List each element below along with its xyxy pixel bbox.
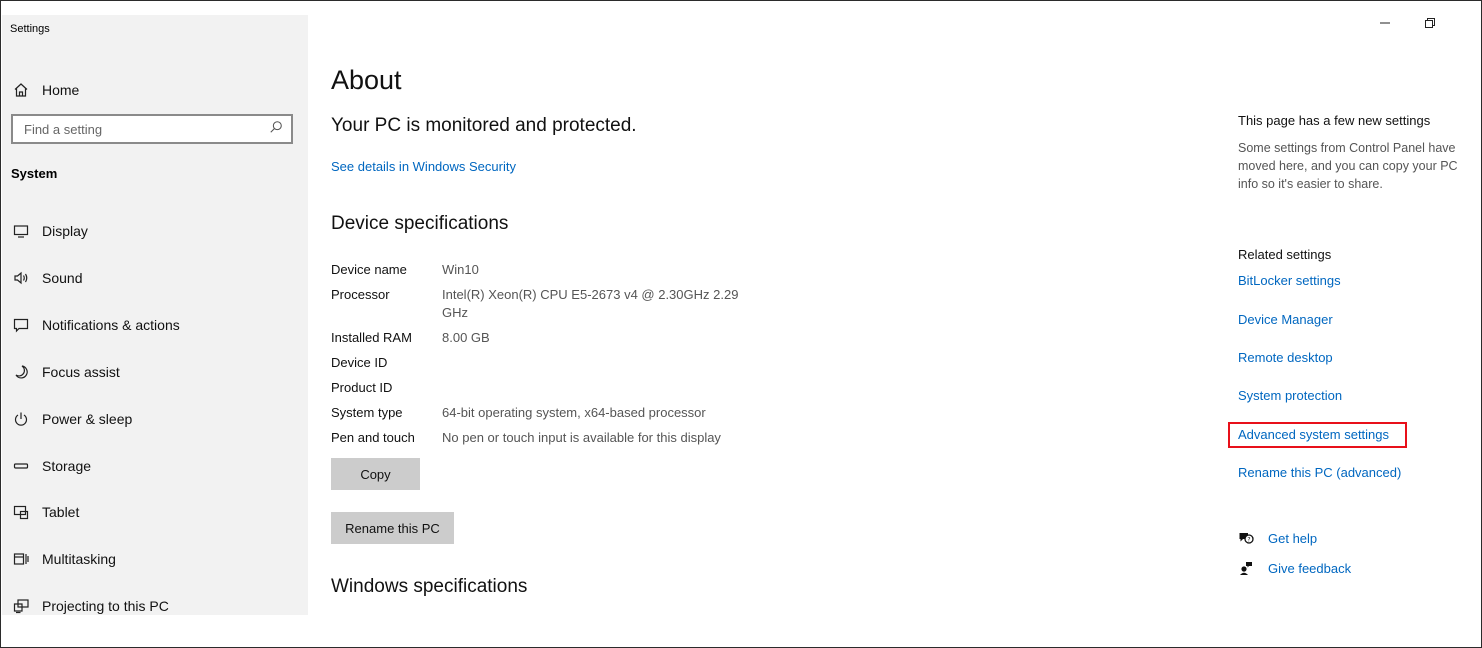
get-help-row[interactable]: ? Get help: [1238, 530, 1317, 546]
spec-row-processor: Processor Intel(R) Xeon(R) CPU E5-2673 v…: [331, 282, 791, 325]
spec-row-device-id: Device ID: [331, 350, 791, 375]
spec-row-pen-touch: Pen and touch No pen or touch input is a…: [331, 425, 791, 450]
minimize-icon: [1379, 16, 1391, 34]
sidebar-item-display[interactable]: Display: [2, 211, 308, 251]
storage-icon: [12, 457, 30, 475]
minimize-button[interactable]: [1370, 13, 1400, 37]
spec-row-device-name: Device name Win10: [331, 257, 791, 282]
sidebar-item-projecting[interactable]: Projecting to this PC: [2, 586, 308, 626]
sidebar-item-label: Storage: [42, 458, 92, 474]
spec-row-installed-ram: Installed RAM 8.00 GB: [331, 325, 791, 350]
new-settings-title: This page has a few new settings: [1238, 113, 1431, 128]
spec-value: [442, 350, 762, 375]
display-icon: [12, 222, 30, 240]
give-feedback-link[interactable]: Give feedback: [1268, 561, 1351, 576]
bitlocker-settings-link[interactable]: BitLocker settings: [1238, 273, 1341, 288]
spec-key: Product ID: [331, 380, 393, 395]
highlight-box: [1228, 422, 1407, 448]
spec-value: Intel(R) Xeon(R) CPU E5-2673 v4 @ 2.30GH…: [442, 287, 739, 320]
sidebar-item-notifications[interactable]: Notifications & actions: [2, 305, 308, 345]
search-input[interactable]: Find a setting: [11, 114, 293, 144]
search-placeholder: Find a setting: [24, 121, 103, 137]
app-title: Settings: [10, 23, 50, 35]
copy-button[interactable]: Copy: [331, 458, 420, 490]
home-icon: [12, 81, 30, 99]
search-icon[interactable]: [269, 120, 283, 139]
spec-value: Win10: [442, 262, 479, 277]
windows-security-link[interactable]: See details in Windows Security: [331, 159, 516, 174]
spec-key: Installed RAM: [331, 330, 412, 345]
new-settings-description: Some settings from Control Panel have mo…: [1238, 141, 1458, 191]
spec-value: [442, 375, 762, 400]
sound-icon: [12, 269, 30, 287]
sidebar-item-focus-assist[interactable]: Focus assist: [2, 352, 308, 392]
svg-text:?: ?: [1247, 536, 1250, 543]
section-label-system: System: [11, 166, 58, 181]
sidebar-item-tablet[interactable]: Tablet: [2, 492, 308, 532]
system-protection-link[interactable]: System protection: [1238, 388, 1342, 403]
sidebar-item-label: Projecting to this PC: [42, 598, 169, 614]
help-icon: ?: [1238, 530, 1254, 546]
protection-status: Your PC is monitored and protected.: [331, 115, 637, 136]
windows-specifications-heading: Windows specifications: [331, 576, 528, 597]
spec-key: Device ID: [331, 355, 388, 370]
sidebar-item-sound[interactable]: Sound: [2, 258, 308, 298]
maximize-icon: [1424, 16, 1436, 34]
sidebar-item-label: Sound: [42, 270, 83, 286]
tablet-icon: [12, 503, 30, 521]
get-help-link[interactable]: Get help: [1268, 531, 1317, 546]
sidebar-item-label: Focus assist: [42, 364, 120, 380]
spec-key: Pen and touch: [331, 430, 415, 445]
spec-key: Processor: [331, 287, 390, 302]
sidebar-item-label: Display: [42, 223, 88, 239]
power-icon: [12, 410, 30, 428]
spec-row-product-id: Product ID: [331, 375, 791, 400]
sidebar-item-label: Power & sleep: [42, 411, 133, 427]
spec-value: 64-bit operating system, x64-based proce…: [442, 405, 706, 420]
maximize-button[interactable]: [1415, 13, 1445, 37]
remote-desktop-link[interactable]: Remote desktop: [1238, 350, 1333, 365]
sidebar-item-label: Multitasking: [42, 551, 116, 567]
device-specs-table: Device name Win10 Processor Intel(R) Xeo…: [331, 257, 791, 450]
projecting-icon: [12, 597, 30, 615]
spec-value: 8.00 GB: [442, 330, 490, 345]
spec-key: System type: [331, 405, 403, 420]
multitasking-icon: [12, 550, 30, 568]
spec-row-system-type: System type 64-bit operating system, x64…: [331, 400, 791, 425]
notifications-icon: [12, 316, 30, 334]
related-settings-title: Related settings: [1238, 247, 1332, 262]
feedback-icon: [1238, 560, 1254, 576]
nav-home-label: Home: [42, 82, 80, 98]
nav-home[interactable]: Home: [2, 72, 308, 108]
spec-key: Device name: [331, 262, 407, 277]
device-manager-link[interactable]: Device Manager: [1238, 312, 1333, 327]
sidebar-item-label: Tablet: [42, 504, 80, 520]
rename-pc-button[interactable]: Rename this PC: [331, 512, 454, 544]
spec-value: No pen or touch input is available for t…: [442, 430, 721, 445]
sidebar-item-label: Notifications & actions: [42, 317, 180, 333]
sidebar-item-power-sleep[interactable]: Power & sleep: [2, 399, 308, 439]
page-title: About: [331, 65, 402, 95]
sidebar-item-storage[interactable]: Storage: [2, 446, 308, 486]
sidebar-item-multitasking[interactable]: Multitasking: [2, 539, 308, 579]
settings-window: Settings Home Find a setting System Disp…: [0, 0, 1482, 648]
device-specifications-heading: Device specifications: [331, 213, 509, 234]
rename-pc-advanced-link[interactable]: Rename this PC (advanced): [1238, 465, 1401, 480]
moon-icon: [12, 363, 30, 381]
sidebar: Settings Home Find a setting System Disp…: [2, 15, 308, 615]
give-feedback-row[interactable]: Give feedback: [1238, 560, 1351, 576]
